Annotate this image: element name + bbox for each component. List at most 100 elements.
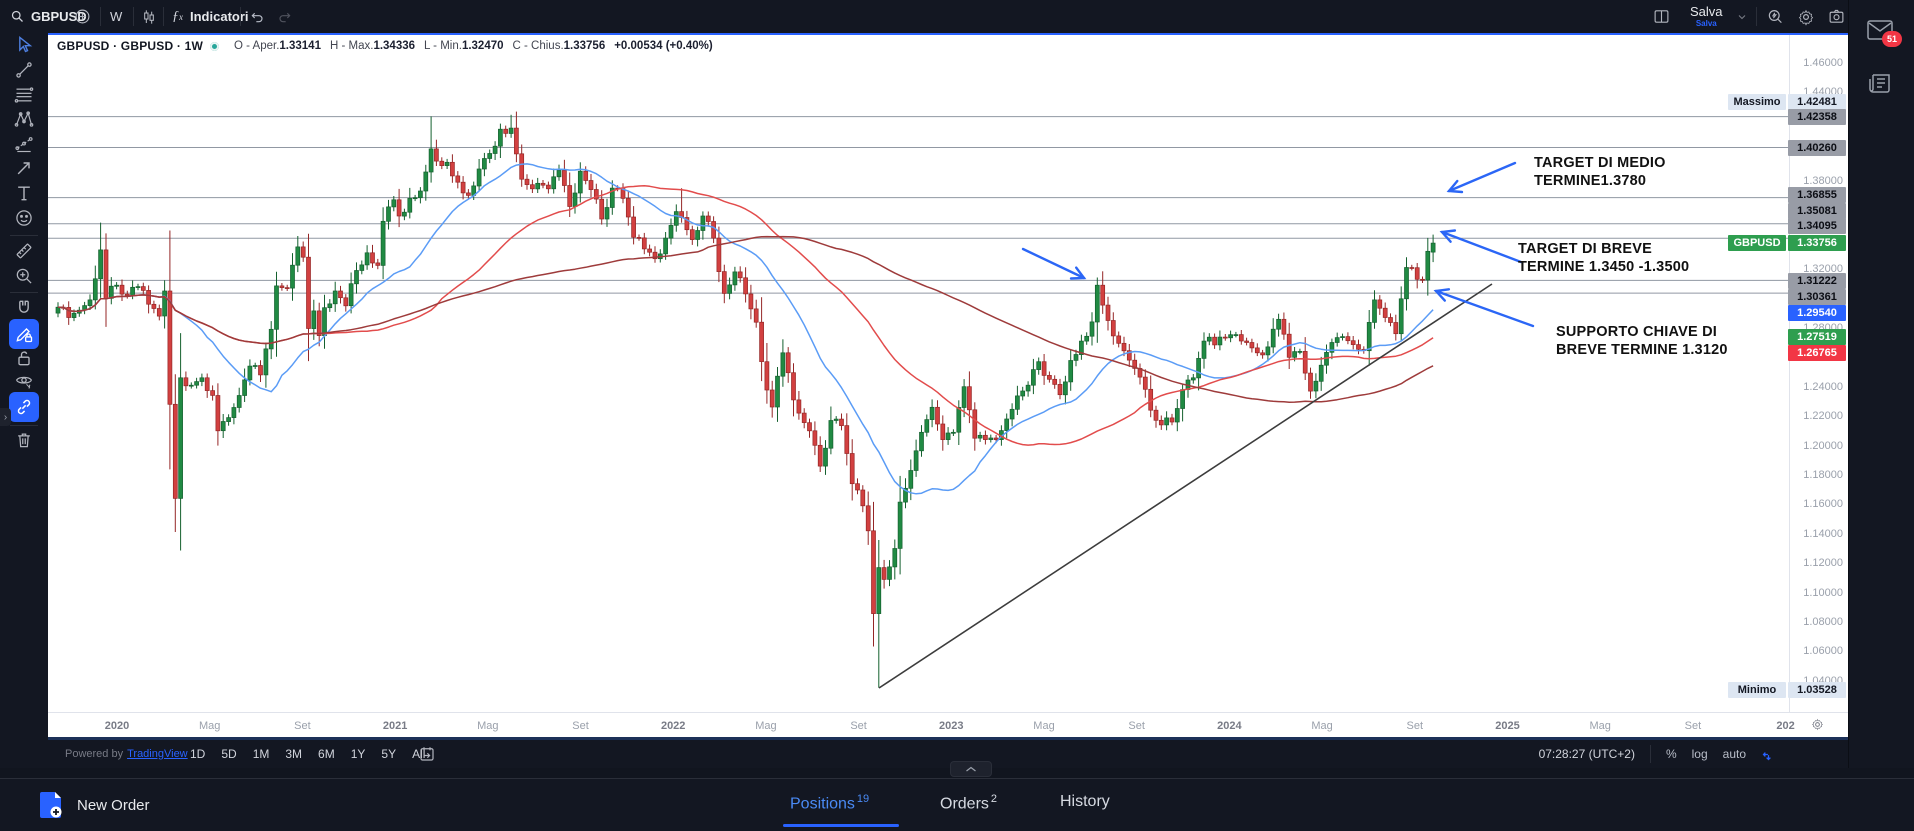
candle [1089, 321, 1095, 337]
candle [1052, 378, 1058, 385]
time-tick: 2025 [1495, 720, 1520, 732]
candle [935, 406, 940, 425]
ma-20-line [57, 163, 1434, 495]
compare-add-button[interactable] [74, 0, 91, 33]
watchlist-expand-chevron[interactable]: › [0, 408, 11, 426]
candle [1281, 318, 1287, 335]
interval-button[interactable]: W [110, 0, 122, 33]
text-annotation[interactable]: TARGET DI MEDIO TERMINE1.3780 [1534, 154, 1666, 190]
zoom-in-tool[interactable] [9, 261, 39, 291]
range-button-5y[interactable]: 5Y [381, 747, 396, 761]
candle [316, 310, 322, 336]
candle [359, 264, 365, 271]
reset-scale-icon[interactable] [1761, 747, 1776, 762]
candle [940, 423, 946, 440]
tradingview-link[interactable]: TradingView [127, 748, 188, 760]
candle [1206, 336, 1212, 342]
range-button-1d[interactable]: 1D [190, 747, 205, 761]
candle [236, 395, 242, 408]
price-tag-minimo: Minimo [1728, 682, 1786, 698]
percent-scale-button[interactable]: % [1666, 747, 1677, 761]
chart-style-button[interactable] [141, 0, 157, 33]
notification-badge: 51 [1882, 31, 1902, 47]
snapshot-button[interactable] [1827, 0, 1846, 33]
auto-scale-button[interactable]: auto [1723, 747, 1746, 761]
range-button-1m[interactable]: 1M [253, 747, 270, 761]
market-status-dot [210, 41, 220, 51]
arrow-drawing[interactable] [1446, 161, 1517, 194]
candle [1031, 369, 1036, 386]
candle [396, 199, 402, 217]
sync-drawings-tool[interactable] [9, 392, 39, 422]
tab-orders[interactable]: Orders 2 [940, 793, 997, 813]
undo-icon [248, 9, 266, 25]
undo-button[interactable] [248, 0, 266, 33]
time-tick: Mag [1033, 720, 1055, 732]
settings-gear-icon [1797, 8, 1815, 26]
price-label: 1.31222 [1788, 273, 1846, 289]
candle [284, 287, 290, 289]
range-button-5d[interactable]: 5D [221, 747, 236, 761]
candle [807, 422, 812, 432]
tab-positions[interactable]: Positions 19 [790, 793, 869, 813]
candle [1169, 417, 1175, 423]
candle [956, 407, 962, 433]
panel-collapse-handle[interactable] [950, 761, 992, 777]
indicators-button[interactable]: ƒx Indicatori [172, 0, 249, 33]
quick-search-button[interactable] [1766, 0, 1784, 33]
candle [1265, 346, 1271, 356]
camera-icon [1827, 8, 1846, 25]
candle [700, 215, 706, 231]
candle [1425, 250, 1431, 281]
new-order-icon [40, 791, 63, 819]
candle [108, 285, 114, 299]
candles-icon [141, 9, 157, 25]
chart-area[interactable]: 1.460001.440001.420001.400001.380001.360… [48, 33, 1848, 740]
range-button-3m[interactable]: 3M [285, 747, 302, 761]
range-button-6m[interactable]: 6M [318, 747, 335, 761]
emoji-tool[interactable] [9, 203, 39, 233]
price-label: 1.35081 [1788, 203, 1846, 219]
candle [967, 386, 972, 411]
new-order-button[interactable]: New Order [40, 791, 150, 819]
candle [386, 206, 391, 222]
text-annotation[interactable]: TARGET DI BREVE TERMINE 1.3450 -1.3500 [1518, 240, 1689, 276]
save-menu-button[interactable] [1736, 0, 1748, 33]
time-tick: Set [1406, 720, 1424, 732]
time-tick: Mag [198, 720, 221, 732]
candle [1121, 342, 1127, 352]
layout-select-button[interactable] [1652, 0, 1671, 33]
redo-icon [276, 9, 294, 25]
candle [263, 348, 269, 376]
candle [364, 252, 370, 266]
arrow-drawing[interactable] [1433, 288, 1535, 328]
candle [673, 211, 679, 226]
candle [1233, 334, 1239, 336]
settings-button[interactable] [1797, 0, 1815, 33]
axis-settings-gear-icon[interactable] [1810, 717, 1825, 732]
go-to-date-button[interactable] [418, 745, 436, 763]
log-scale-button[interactable]: log [1692, 747, 1708, 761]
save-button[interactable]: Salva Salva [1690, 1, 1723, 34]
trash-tool[interactable] [9, 425, 39, 455]
arrow-drawing[interactable] [1439, 229, 1523, 264]
candle [135, 286, 141, 288]
right-panel [1848, 0, 1914, 831]
time-tick: Set [572, 720, 589, 732]
candle [572, 192, 578, 207]
arrow-drawing[interactable] [1021, 247, 1087, 280]
candle [732, 271, 738, 286]
tab-history[interactable]: History [1060, 793, 1110, 811]
clock[interactable]: 07:28:27 (UTC+2) [1539, 747, 1635, 761]
candle [71, 312, 77, 318]
candle [641, 237, 647, 250]
range-button-1y[interactable]: 1Y [351, 747, 366, 761]
text-annotation[interactable]: SUPPORTO CHIAVE DI BREVE TERMINE 1.3120 [1556, 323, 1728, 359]
redo-button[interactable] [276, 0, 294, 33]
trendline[interactable] [878, 283, 1493, 689]
candle [780, 352, 786, 377]
candle [1414, 267, 1420, 280]
news-button[interactable] [1868, 72, 1892, 99]
time-axis[interactable]: 2020 Mag Set 2021 Mag Set 2022 Mag Set 2023 Mag Set… [48, 712, 1848, 739]
candle [1382, 307, 1388, 318]
